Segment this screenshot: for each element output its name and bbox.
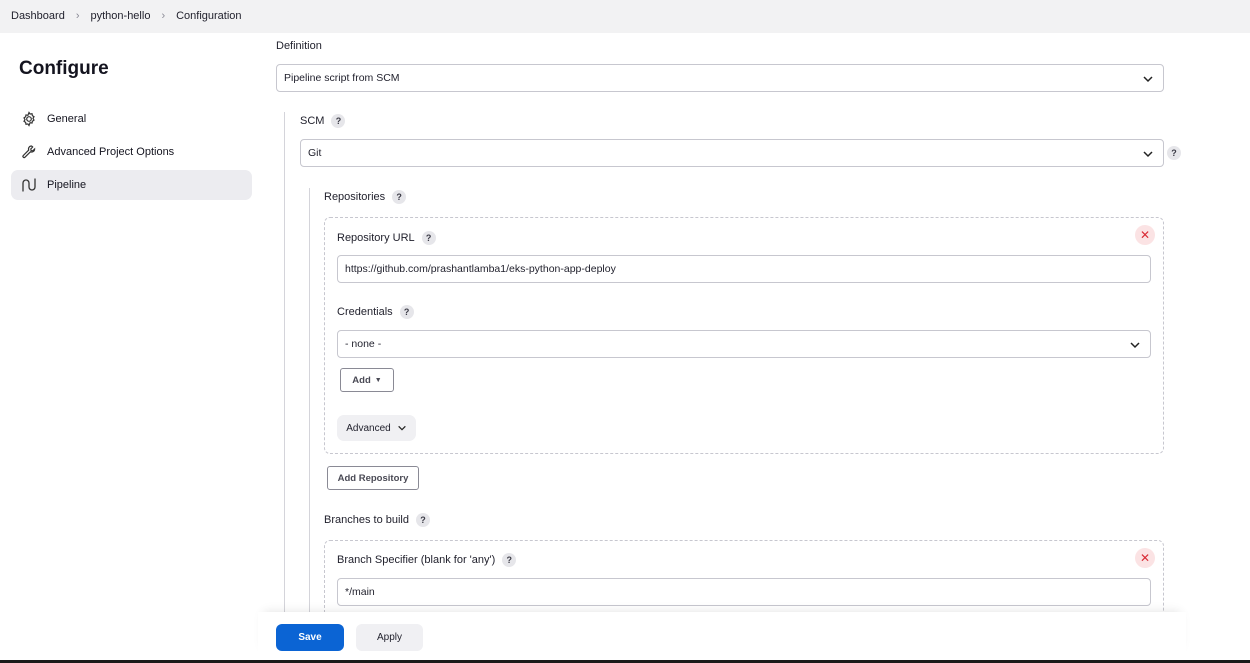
credentials-label: Credentials ? bbox=[337, 305, 414, 319]
close-icon: ✕ bbox=[1139, 551, 1151, 565]
help-icon[interactable]: ? bbox=[421, 231, 436, 245]
chevron-right-icon: › bbox=[75, 10, 80, 22]
repository-url-label: Repository URL ? bbox=[337, 231, 436, 245]
page-title: Configure bbox=[19, 58, 109, 79]
definition-label: Definition bbox=[276, 40, 322, 52]
scm-label: SCM ? bbox=[300, 114, 346, 128]
definition-select[interactable]: Pipeline script from SCM bbox=[276, 64, 1164, 92]
chevron-down-icon bbox=[1143, 76, 1153, 83]
sidebar-item-label: Pipeline bbox=[47, 179, 87, 191]
help-icon[interactable]: ? bbox=[331, 114, 346, 128]
branch-specifier-input[interactable]: */main bbox=[337, 578, 1151, 606]
chevron-down-icon bbox=[397, 425, 406, 431]
sidebar-item-pipeline[interactable]: Pipeline bbox=[11, 170, 252, 200]
sidebar-item-advanced-project-options[interactable]: Advanced Project Options bbox=[11, 137, 252, 167]
repositories-label: Repositories ? bbox=[324, 190, 407, 204]
add-repository-button[interactable]: Add Repository bbox=[327, 466, 419, 490]
help-icon[interactable]: ? bbox=[1167, 146, 1181, 160]
remove-branch-button[interactable]: ✕ bbox=[1135, 548, 1155, 568]
sidebar-item-general[interactable]: General bbox=[11, 104, 252, 134]
apply-button[interactable]: Apply bbox=[356, 624, 423, 651]
breadcrumb-configuration[interactable]: Configuration bbox=[176, 10, 241, 22]
help-icon[interactable]: ? bbox=[502, 553, 517, 567]
breadcrumb-dashboard[interactable]: Dashboard bbox=[11, 10, 65, 22]
branches-label: Branches to build ? bbox=[324, 513, 430, 527]
chevron-right-icon: › bbox=[161, 10, 166, 22]
section-divider bbox=[284, 112, 285, 612]
gear-icon bbox=[21, 111, 37, 127]
sidebar-item-label: General bbox=[47, 113, 87, 125]
wrench-icon bbox=[21, 144, 37, 160]
repository-url-input[interactable]: https://github.com/prashantlamba1/eks-py… bbox=[337, 255, 1151, 283]
remove-repository-button[interactable]: ✕ bbox=[1135, 225, 1155, 245]
branch-specifier-label: Branch Specifier (blank for 'any') ? bbox=[337, 553, 517, 567]
credentials-select[interactable]: - none - bbox=[337, 330, 1151, 358]
advanced-button[interactable]: Advanced bbox=[337, 415, 416, 441]
scm-select[interactable]: Git bbox=[300, 139, 1164, 167]
scm-section-divider bbox=[309, 188, 310, 612]
chevron-down-icon bbox=[1143, 151, 1153, 158]
top-bar: Dashboard › python-hello › Configuration bbox=[0, 0, 1250, 33]
caret-down-icon: ▼ bbox=[374, 376, 382, 384]
add-credentials-button[interactable]: Add ▼ bbox=[340, 368, 394, 392]
pipeline-icon bbox=[21, 177, 37, 193]
help-icon[interactable]: ? bbox=[392, 190, 407, 204]
sidebar: Configure General Advanced Project Optio… bbox=[0, 33, 265, 663]
chevron-down-icon bbox=[1130, 342, 1140, 349]
sidebar-item-label: Advanced Project Options bbox=[47, 146, 175, 158]
help-icon[interactable]: ? bbox=[399, 305, 414, 319]
breadcrumb-python-hello[interactable]: python-hello bbox=[91, 10, 151, 22]
save-button[interactable]: Save bbox=[276, 624, 344, 651]
breadcrumb: Dashboard › python-hello › Configuration bbox=[11, 10, 242, 22]
help-icon[interactable]: ? bbox=[416, 513, 430, 527]
close-icon: ✕ bbox=[1139, 228, 1151, 242]
